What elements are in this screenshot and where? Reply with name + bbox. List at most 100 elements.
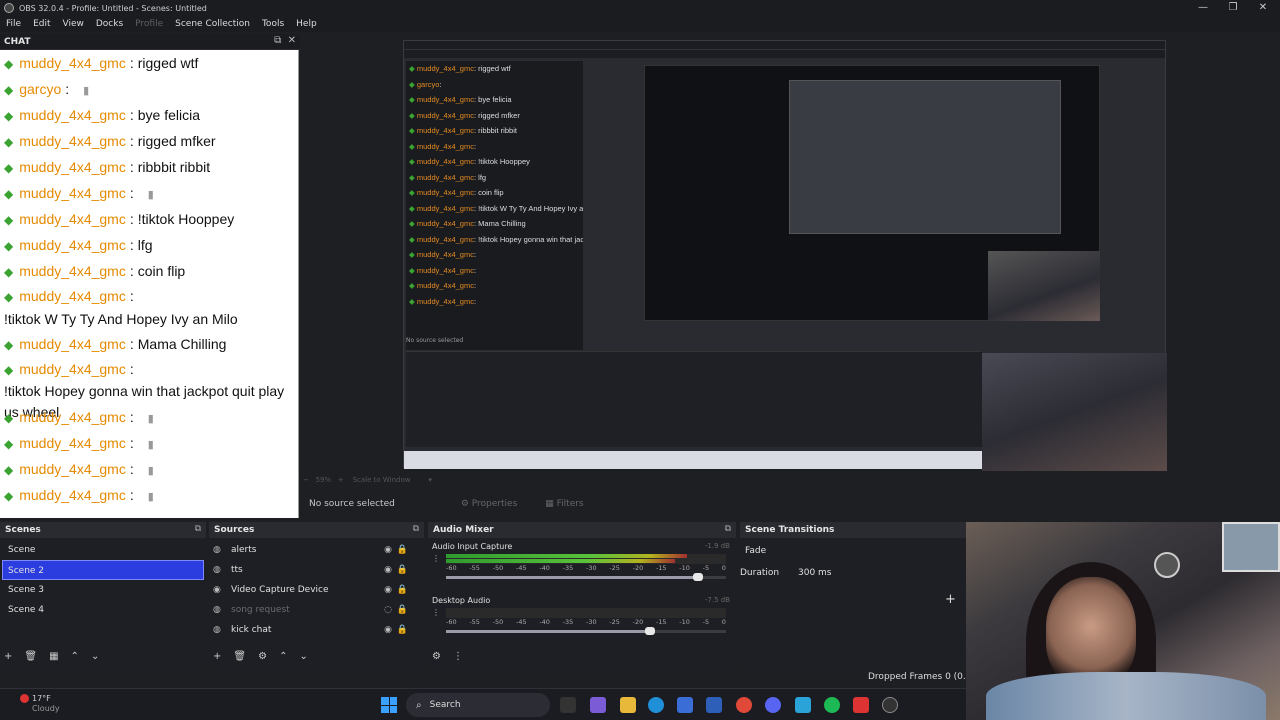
chat-username[interactable]: garcyo	[19, 76, 61, 102]
copilot-icon[interactable]	[590, 697, 606, 713]
badge-icon: ◆	[4, 109, 14, 123]
chat-message-list[interactable]: ◆ muddy_4x4_gmc: rigged wtf ◆ garcyo: ▮ ◆ muddy…	[0, 50, 299, 518]
close-window-button[interactable]: ✕	[1248, 0, 1278, 16]
taskbar-search[interactable]: ⌕ Search	[406, 693, 550, 717]
menu-docks[interactable]: Docks	[96, 19, 123, 29]
scene-item[interactable]: Scene 3	[0, 580, 202, 600]
source-label: Video Capture Device	[231, 585, 329, 595]
scene-filters-icon[interactable]: ▦	[49, 651, 58, 662]
scene-item[interactable]: Scene 4	[0, 600, 202, 620]
store-icon[interactable]	[677, 697, 693, 713]
visibility-eye-icon[interactable]: ◉	[384, 625, 392, 635]
menu-profile[interactable]: Profile	[135, 19, 163, 29]
meter-tick: -5	[702, 564, 710, 572]
source-properties-icon[interactable]: ⚙	[258, 651, 267, 662]
lock-icon[interactable]: 🔒	[397, 585, 408, 595]
maximize-button[interactable]: ❐	[1218, 0, 1248, 16]
chat-username[interactable]: muddy_4x4_gmc	[19, 359, 126, 380]
track-menu-icon[interactable]: ⋮	[432, 554, 442, 563]
chat-username[interactable]: muddy_4x4_gmc	[19, 286, 126, 307]
chat-username[interactable]: muddy_4x4_gmc	[19, 456, 126, 482]
menu-scene-collection[interactable]: Scene Collection	[175, 19, 250, 29]
undock-icon[interactable]: ⧉	[195, 524, 201, 534]
track-menu-icon[interactable]: ⋮	[432, 608, 442, 617]
menu-view[interactable]: View	[63, 19, 84, 29]
transition-select[interactable]: Fade	[745, 546, 966, 556]
menu-help[interactable]: Help	[296, 19, 317, 29]
lock-icon[interactable]: 🔒	[397, 625, 408, 635]
minimize-button[interactable]: —	[1188, 0, 1218, 16]
remove-scene-icon[interactable]: 🗑	[24, 651, 37, 662]
lock-icon[interactable]: 🔒	[397, 545, 408, 555]
outlook-icon[interactable]	[706, 697, 722, 713]
properties-button[interactable]: ⚙ Properties	[461, 499, 517, 509]
lock-icon[interactable]: 🔒	[397, 605, 408, 615]
zoom-out-icon[interactable]: −	[303, 476, 309, 484]
obs-window: OBS 32.0.4 - Profile: Untitled - Scenes:…	[0, 0, 1280, 720]
add-source-icon[interactable]: +	[213, 651, 221, 662]
add-transition-icon[interactable]: +	[945, 592, 956, 607]
preview-canvas[interactable]: ◆ muddy_4x4_gmc: rigged wtf ◆ garcyo: ◆ m…	[403, 40, 1167, 471]
chat-username[interactable]: muddy_4x4_gmc	[19, 232, 126, 258]
mixer-menu-icon[interactable]: ⋮	[453, 651, 463, 662]
source-item[interactable]: ◍ kick chat ◉ 🔒	[209, 620, 424, 640]
volume-slider[interactable]	[446, 573, 726, 581]
lock-icon[interactable]: 🔒	[397, 565, 408, 575]
visibility-eye-icon[interactable]: ◉	[384, 565, 392, 575]
nested-chat-message: ◆ muddy_4x4_gmc:	[406, 139, 583, 155]
scale-dropdown-icon[interactable]: ▾	[428, 476, 432, 484]
chat-username[interactable]: muddy_4x4_gmc	[19, 102, 126, 128]
source-item[interactable]: ◍ song request ◌ 🔒	[209, 600, 424, 620]
volume-slider[interactable]	[446, 627, 726, 635]
scene-transitions-dock: Scene Transitions Fade Duration 300 ms +	[740, 522, 966, 668]
move-down-icon[interactable]: ⌄	[299, 651, 307, 662]
menu-file[interactable]: File	[6, 19, 21, 29]
source-item[interactable]: ◉ Video Capture Device ◉ 🔒	[209, 580, 424, 600]
add-scene-icon[interactable]: +	[4, 651, 12, 662]
chat-username[interactable]: muddy_4x4_gmc	[19, 258, 126, 284]
edge-icon[interactable]	[648, 697, 664, 713]
move-up-icon[interactable]: ⌃	[71, 651, 79, 662]
chat-username[interactable]: muddy_4x4_gmc	[19, 482, 126, 508]
scene-item[interactable]: Scene 2	[2, 560, 204, 580]
chat-username[interactable]: muddy_4x4_gmc	[19, 128, 126, 154]
menu-tools[interactable]: Tools	[262, 19, 284, 29]
undock-icon[interactable]: ⧉	[274, 35, 281, 46]
task-view-icon[interactable]	[560, 697, 576, 713]
remove-source-icon[interactable]: 🗑	[233, 651, 246, 662]
scale-mode[interactable]: Scale to Window	[353, 476, 411, 484]
chat-username[interactable]: muddy_4x4_gmc	[19, 430, 126, 456]
chat-username[interactable]: muddy_4x4_gmc	[19, 154, 126, 180]
move-down-icon[interactable]: ⌄	[91, 651, 99, 662]
duration-input[interactable]: 300 ms	[798, 568, 832, 578]
chat-username[interactable]: muddy_4x4_gmc	[19, 50, 126, 76]
source-item[interactable]: ◍ alerts ◉ 🔒	[209, 540, 424, 560]
source-item[interactable]: ◍ tts ◉ 🔒	[209, 560, 424, 580]
start-menu-icon[interactable]	[381, 697, 397, 713]
undock-icon[interactable]: ⧉	[413, 524, 419, 534]
chat-username[interactable]: muddy_4x4_gmc	[19, 180, 126, 206]
close-dock-icon[interactable]: ✕	[288, 35, 296, 46]
discord-icon[interactable]	[765, 697, 781, 713]
weather-widget[interactable]: 17°F Cloudy	[32, 694, 60, 714]
move-up-icon[interactable]: ⌃	[279, 651, 287, 662]
file-explorer-icon[interactable]	[620, 697, 636, 713]
visibility-eye-icon[interactable]: ◌	[384, 605, 392, 615]
menu-edit[interactable]: Edit	[33, 19, 50, 29]
app-icon[interactable]	[853, 697, 869, 713]
filters-button[interactable]: ▦ Filters	[545, 499, 583, 509]
chat-username[interactable]: muddy_4x4_gmc	[19, 404, 126, 430]
visibility-eye-icon[interactable]: ◉	[384, 545, 392, 555]
visibility-eye-icon[interactable]: ◉	[384, 585, 392, 595]
advanced-audio-icon[interactable]: ⚙	[432, 651, 441, 662]
calculator-icon[interactable]	[795, 697, 811, 713]
zoom-in-icon[interactable]: +	[338, 476, 344, 484]
preview-zoom-controls[interactable]: − 59% + Scale to Window ▾	[303, 476, 703, 488]
undock-icon[interactable]: ⧉	[725, 524, 731, 534]
chat-username[interactable]: muddy_4x4_gmc	[19, 331, 126, 357]
chat-username[interactable]: muddy_4x4_gmc	[19, 206, 126, 232]
chrome-icon[interactable]	[736, 697, 752, 713]
obs-taskbar-icon[interactable]	[882, 697, 898, 713]
scene-item[interactable]: Scene	[0, 540, 202, 560]
spotify-icon[interactable]	[824, 697, 840, 713]
